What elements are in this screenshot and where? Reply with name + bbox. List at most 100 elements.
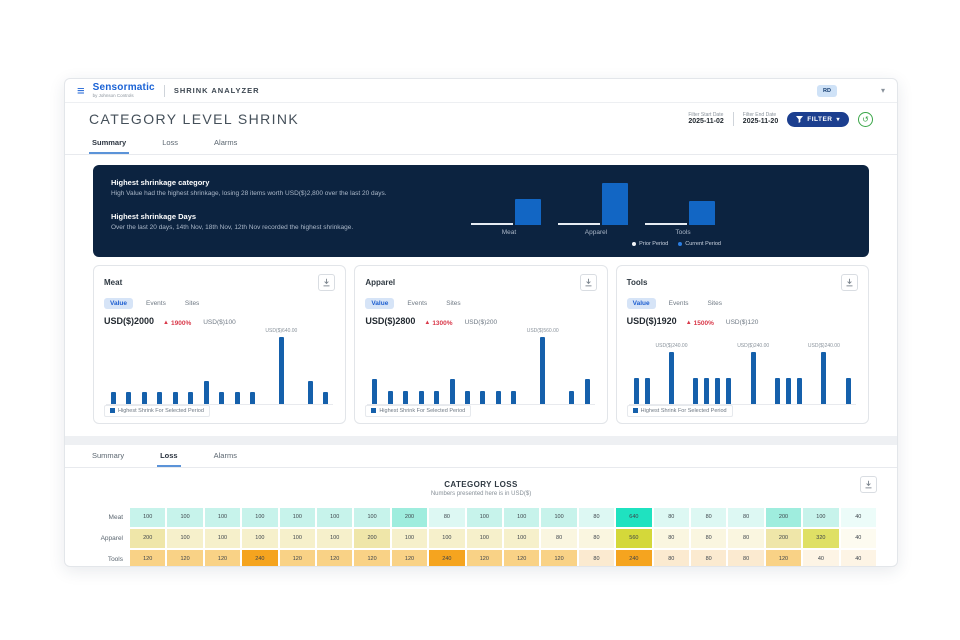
download-button[interactable] bbox=[318, 274, 335, 291]
heatmap-cell[interactable]: 120 bbox=[391, 549, 428, 568]
heatmap-cell[interactable]: 560 bbox=[615, 528, 652, 549]
card-tab-value[interactable]: Value bbox=[365, 298, 394, 309]
daily-bar[interactable] bbox=[786, 329, 791, 404]
heatmap-cell[interactable]: 240 bbox=[241, 549, 278, 568]
daily-bar[interactable] bbox=[250, 329, 255, 404]
filter-button[interactable]: FILTER ▾ bbox=[787, 112, 849, 127]
heatmap-cell[interactable]: 80 bbox=[653, 549, 690, 568]
heatmap-cell[interactable]: 100 bbox=[279, 507, 316, 528]
heatmap-cell[interactable]: 100 bbox=[353, 507, 390, 528]
daily-bar[interactable] bbox=[235, 329, 240, 404]
card-tab-value[interactable]: Value bbox=[104, 298, 133, 309]
card-tab-events[interactable]: Events bbox=[140, 298, 172, 309]
daily-bar[interactable] bbox=[480, 329, 485, 404]
heatmap-cell[interactable]: 100 bbox=[466, 528, 503, 549]
tab-alarms[interactable]: Alarms bbox=[211, 445, 240, 467]
daily-bar[interactable] bbox=[693, 329, 698, 404]
daily-bar[interactable]: USD($)640.00 bbox=[265, 329, 297, 404]
daily-bar[interactable]: USD($)560.00 bbox=[527, 329, 559, 404]
reset-filter-button[interactable]: ↺ bbox=[858, 112, 873, 127]
hamburger-menu-icon[interactable]: ≡ bbox=[77, 84, 85, 97]
heatmap-cell[interactable]: 100 bbox=[503, 507, 540, 528]
daily-bar[interactable]: USD($)240.00 bbox=[737, 329, 769, 404]
heatmap-cell[interactable]: 40 bbox=[840, 549, 877, 568]
heatmap-cell[interactable]: 120 bbox=[540, 549, 577, 568]
daily-bar[interactable] bbox=[634, 329, 639, 404]
user-avatar-badge[interactable]: RD bbox=[817, 85, 837, 97]
heatmap-cell[interactable]: 80 bbox=[578, 528, 615, 549]
heatmap-cell[interactable]: 100 bbox=[129, 507, 166, 528]
heatmap-cell[interactable]: 200 bbox=[765, 507, 802, 528]
heatmap-cell[interactable]: 120 bbox=[503, 549, 540, 568]
daily-bar[interactable] bbox=[797, 329, 802, 404]
tab-summary[interactable]: Summary bbox=[89, 445, 127, 467]
heatmap-cell[interactable]: 120 bbox=[765, 549, 802, 568]
daily-bar[interactable] bbox=[726, 329, 731, 404]
tab-loss[interactable]: Loss bbox=[157, 445, 181, 467]
card-tab-events[interactable]: Events bbox=[401, 298, 433, 309]
daily-bar[interactable] bbox=[434, 329, 439, 404]
daily-bar[interactable] bbox=[111, 329, 116, 404]
daily-bar[interactable] bbox=[585, 329, 590, 404]
daily-bar[interactable] bbox=[142, 329, 147, 404]
heatmap-cell[interactable]: 80 bbox=[727, 549, 764, 568]
heatmap-cell[interactable]: 120 bbox=[353, 549, 390, 568]
daily-bar[interactable] bbox=[188, 329, 193, 404]
heatmap-cell[interactable]: 80 bbox=[653, 528, 690, 549]
heatmap-cell[interactable]: 80 bbox=[690, 507, 727, 528]
daily-bar[interactable] bbox=[126, 329, 131, 404]
heatmap-cell[interactable]: 40 bbox=[840, 528, 877, 549]
tab-alarms[interactable]: Alarms bbox=[211, 132, 240, 154]
heatmap-cell[interactable]: 200 bbox=[391, 507, 428, 528]
daily-bar[interactable] bbox=[704, 329, 709, 404]
heatmap-cell[interactable]: 120 bbox=[204, 549, 241, 568]
card-tab-sites[interactable]: Sites bbox=[702, 298, 728, 309]
heatmap-cell[interactable]: 80 bbox=[653, 507, 690, 528]
heatmap-cell[interactable]: 80 bbox=[578, 549, 615, 568]
heatmap-cell[interactable]: 80 bbox=[540, 528, 577, 549]
heatmap-cell[interactable]: 120 bbox=[129, 549, 166, 568]
daily-bar[interactable] bbox=[645, 329, 650, 404]
heatmap-cell[interactable]: 40 bbox=[802, 549, 839, 568]
daily-bar[interactable]: USD($)240.00 bbox=[808, 329, 840, 404]
daily-bar[interactable] bbox=[496, 329, 501, 404]
heatmap-cell[interactable]: 100 bbox=[204, 507, 241, 528]
heatmap-cell[interactable]: 100 bbox=[241, 528, 278, 549]
heatmap-cell[interactable]: 100 bbox=[204, 528, 241, 549]
heatmap-cell[interactable]: 100 bbox=[166, 507, 203, 528]
daily-bar[interactable] bbox=[846, 329, 851, 404]
heatmap-cell[interactable]: 100 bbox=[503, 528, 540, 549]
download-button[interactable] bbox=[841, 274, 858, 291]
heatmap-cell[interactable]: 120 bbox=[316, 549, 353, 568]
heatmap-cell[interactable]: 100 bbox=[166, 528, 203, 549]
heatmap-cell[interactable]: 80 bbox=[690, 549, 727, 568]
card-tab-events[interactable]: Events bbox=[663, 298, 695, 309]
daily-bar[interactable] bbox=[372, 329, 377, 404]
daily-bar[interactable] bbox=[308, 329, 313, 404]
heatmap-cell[interactable]: 100 bbox=[316, 528, 353, 549]
daily-bar[interactable] bbox=[775, 329, 780, 404]
heatmap-cell[interactable]: 100 bbox=[316, 507, 353, 528]
heatmap-cell[interactable]: 240 bbox=[615, 549, 652, 568]
heatmap-cell[interactable]: 120 bbox=[466, 549, 503, 568]
heatmap-cell[interactable]: 200 bbox=[353, 528, 390, 549]
daily-bar[interactable] bbox=[219, 329, 224, 404]
heatmap-cell[interactable]: 80 bbox=[428, 507, 465, 528]
daily-bar[interactable] bbox=[173, 329, 178, 404]
heatmap-cell[interactable]: 100 bbox=[241, 507, 278, 528]
daily-bar[interactable] bbox=[323, 329, 328, 404]
daily-bar[interactable] bbox=[388, 329, 393, 404]
heatmap-cell[interactable]: 100 bbox=[428, 528, 465, 549]
tab-loss[interactable]: Loss bbox=[159, 132, 181, 154]
heatmap-cell[interactable]: 640 bbox=[615, 507, 652, 528]
heatmap-cell[interactable]: 80 bbox=[578, 507, 615, 528]
heatmap-cell[interactable]: 240 bbox=[428, 549, 465, 568]
download-button[interactable] bbox=[580, 274, 597, 291]
heatmap-cell[interactable]: 100 bbox=[279, 528, 316, 549]
tab-summary[interactable]: Summary bbox=[89, 132, 129, 154]
card-tab-value[interactable]: Value bbox=[627, 298, 656, 309]
heatmap-cell[interactable]: 80 bbox=[690, 528, 727, 549]
card-tab-sites[interactable]: Sites bbox=[440, 298, 466, 309]
daily-bar[interactable] bbox=[511, 329, 516, 404]
heatmap-cell[interactable]: 200 bbox=[129, 528, 166, 549]
